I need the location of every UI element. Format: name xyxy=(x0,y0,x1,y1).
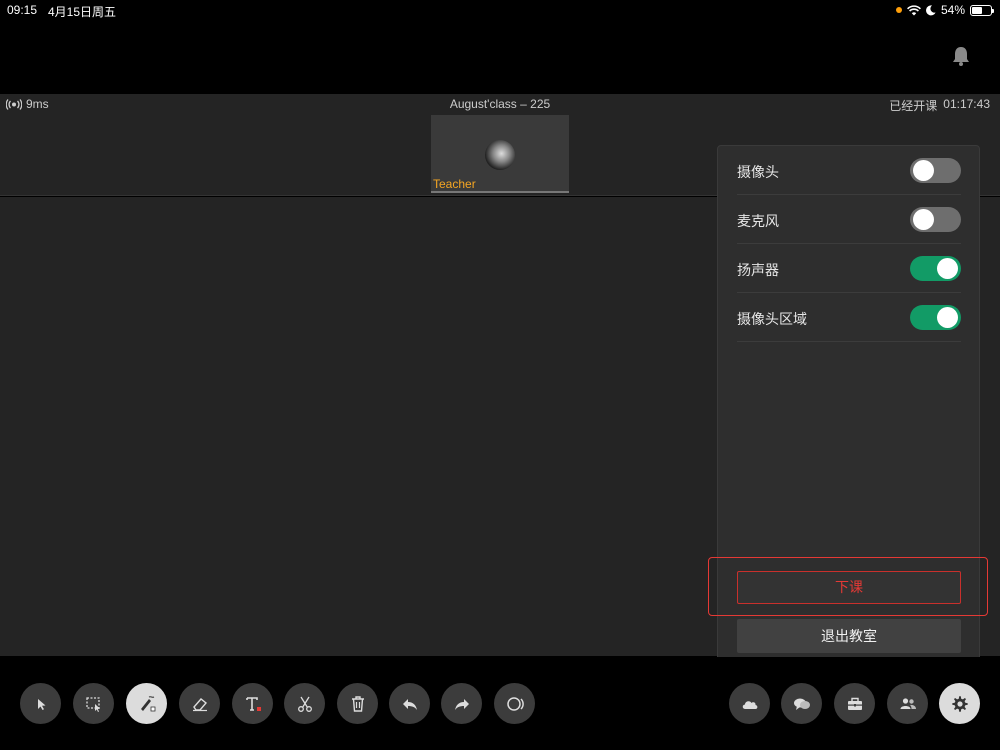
teacher-video-tile[interactable]: Teacher xyxy=(431,115,569,193)
battery-percent: 54% xyxy=(940,3,965,17)
video-name-label: Teacher xyxy=(433,177,476,191)
setting-label: 扬声器 xyxy=(737,262,779,278)
avatar xyxy=(485,140,515,170)
status-time: 09:15 xyxy=(7,3,38,17)
select-icon[interactable] xyxy=(20,683,61,724)
setting-row-camera: 摄像头 xyxy=(737,146,961,195)
class-title: August'class – 225 xyxy=(449,97,551,111)
setting-row-microphone: 麦克风 xyxy=(737,195,961,244)
leave-classroom-button[interactable]: 退出教室 xyxy=(737,619,961,653)
camera-toggle[interactable] xyxy=(910,158,961,183)
status-date: 4月15日周五 xyxy=(48,5,117,19)
elapsed-time: 01:17:43 xyxy=(943,97,990,111)
camera-area-toggle[interactable] xyxy=(910,305,961,330)
text-icon[interactable] xyxy=(232,683,273,724)
elapsed-label: 已经开课 xyxy=(889,99,938,113)
chat-icon[interactable] xyxy=(781,683,822,724)
pen-icon[interactable] xyxy=(126,683,167,724)
class-info-bar: 9ms August'class – 225 已经开课 01:17:43 xyxy=(0,94,1000,114)
undo-icon[interactable] xyxy=(389,683,430,724)
toolbox-icon[interactable] xyxy=(834,683,875,724)
laser-icon[interactable] xyxy=(494,683,535,724)
privacy-dot-icon xyxy=(895,7,902,13)
trash-icon[interactable] xyxy=(337,683,378,724)
microphone-toggle[interactable] xyxy=(910,207,961,232)
eraser-icon[interactable] xyxy=(179,683,220,724)
scissors-icon[interactable] xyxy=(284,683,325,724)
setting-row-speaker: 扬声器 xyxy=(737,244,961,293)
setting-row-camera-area: 摄像头区域 xyxy=(737,293,961,342)
class-elapsed: 已经开课 01:17:43 xyxy=(889,97,990,114)
settings-gear-icon[interactable] xyxy=(939,683,980,724)
wifi-icon xyxy=(907,4,921,15)
bell-icon[interactable] xyxy=(950,45,972,67)
highlight-frame xyxy=(708,557,988,616)
marquee-select-icon[interactable] xyxy=(73,683,114,724)
setting-label: 摄像头 xyxy=(737,164,779,180)
status-bar: 09:15 4月15日周五 54% xyxy=(0,0,1000,20)
battery-icon xyxy=(970,4,994,16)
setting-label: 麦克风 xyxy=(737,213,779,229)
speaker-toggle[interactable] xyxy=(910,256,961,281)
redo-icon[interactable] xyxy=(441,683,482,724)
bottom-toolbar xyxy=(0,657,1000,750)
users-icon[interactable] xyxy=(887,683,928,724)
cloud-icon[interactable] xyxy=(729,683,770,724)
moon-icon xyxy=(926,4,936,15)
setting-label: 摄像头区域 xyxy=(737,311,807,327)
